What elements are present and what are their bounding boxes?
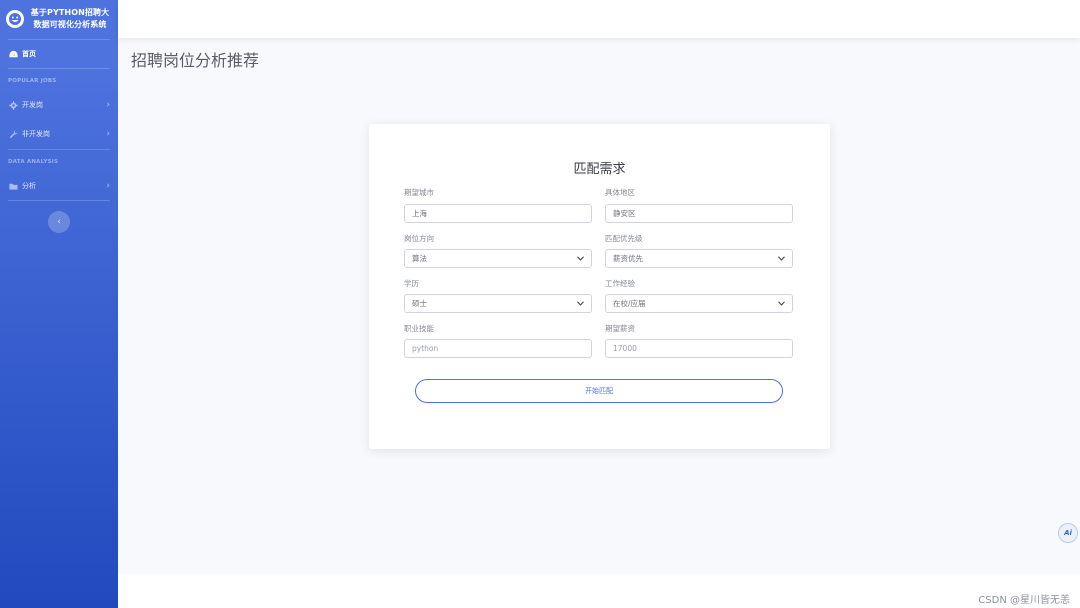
page-title: 招聘岗位分析推荐 xyxy=(131,51,260,70)
chevron-right-icon: › xyxy=(106,129,110,139)
chevron-down-icon xyxy=(577,255,584,262)
wrench-icon xyxy=(8,129,18,139)
sidebar: 基于PYTHON招聘大数据可视化分析系统 首页 POPULAR JOBS 开发岗… xyxy=(0,0,118,608)
divider xyxy=(8,200,110,201)
topbar xyxy=(118,0,1080,38)
chevron-down-icon xyxy=(577,300,584,307)
priority-value: 薪资优先 xyxy=(613,254,643,263)
sidebar-item-nondev[interactable]: 非开发岗 › xyxy=(0,119,118,149)
skills-placeholder: python xyxy=(412,344,439,353)
district-value: 静安区 xyxy=(613,209,636,218)
match-form-card: 匹配需求 期望城市 上海 具体地区 静安区 岗位方向 算法 匹配优先级 薪资优先… xyxy=(369,124,830,449)
watermark-text: CSDN @星川皆无恙 xyxy=(978,595,1070,606)
sidebar-item-label: 首页 xyxy=(22,50,36,58)
form-title: 匹配需求 xyxy=(573,162,626,177)
laugh-logo-icon xyxy=(6,10,24,28)
district-input[interactable]: 静安区 xyxy=(605,204,793,223)
salary-input[interactable]: 17000 xyxy=(605,339,793,358)
sidebar-item-label: 开发岗 xyxy=(22,101,43,109)
city-input[interactable]: 上海 xyxy=(404,204,592,223)
ai-assistant-icon[interactable]: Ai xyxy=(1058,523,1078,543)
brand-title: 基于PYTHON招聘大数据可视化分析系统 xyxy=(30,8,110,29)
brand[interactable]: 基于PYTHON招聘大数据可视化分析系统 xyxy=(0,0,118,38)
chevron-down-icon xyxy=(778,255,785,262)
salary-label: 期望薪资 xyxy=(605,324,635,333)
experience-label: 工作经验 xyxy=(605,279,635,288)
salary-placeholder: 17000 xyxy=(613,344,637,353)
experience-select[interactable]: 在校/应届 xyxy=(605,294,793,313)
education-label: 学历 xyxy=(404,279,419,288)
district-label: 具体地区 xyxy=(605,188,635,197)
priority-select[interactable]: 薪资优先 xyxy=(605,249,793,268)
city-label: 期望城市 xyxy=(404,188,434,197)
direction-label: 岗位方向 xyxy=(404,234,434,243)
sidebar-item-analysis[interactable]: 分析 › xyxy=(0,172,118,200)
experience-value: 在校/应届 xyxy=(613,299,646,308)
section-heading-analysis: DATA ANALYSIS xyxy=(8,159,59,165)
folder-icon xyxy=(8,181,18,191)
chevron-right-icon: › xyxy=(106,100,110,110)
chevron-right-icon: › xyxy=(106,181,110,191)
gear-icon xyxy=(8,100,18,110)
education-select[interactable]: 硕士 xyxy=(404,294,592,313)
priority-label: 匹配优先级 xyxy=(605,234,643,243)
direction-select[interactable]: 算法 xyxy=(404,249,592,268)
sidebar-toggle-button[interactable]: ‹ xyxy=(48,211,70,233)
ai-badge-label: Ai xyxy=(1064,529,1072,537)
sidebar-item-label: 非开发岗 xyxy=(22,130,50,138)
skills-label: 职业技能 xyxy=(404,324,434,333)
direction-value: 算法 xyxy=(412,254,427,263)
sidebar-item-dev[interactable]: 开发岗 › xyxy=(0,91,118,119)
section-heading-popular: POPULAR JOBS xyxy=(8,78,57,84)
skills-input[interactable]: python xyxy=(404,339,592,358)
sidebar-item-home[interactable]: 首页 xyxy=(0,40,118,68)
chevron-down-icon xyxy=(778,300,785,307)
city-value: 上海 xyxy=(412,209,427,218)
education-value: 硕士 xyxy=(412,299,427,308)
start-match-button[interactable]: 开始匹配 xyxy=(415,379,783,403)
sidebar-item-label: 分析 xyxy=(22,182,36,190)
dashboard-icon xyxy=(8,49,18,59)
footer xyxy=(118,574,1080,608)
